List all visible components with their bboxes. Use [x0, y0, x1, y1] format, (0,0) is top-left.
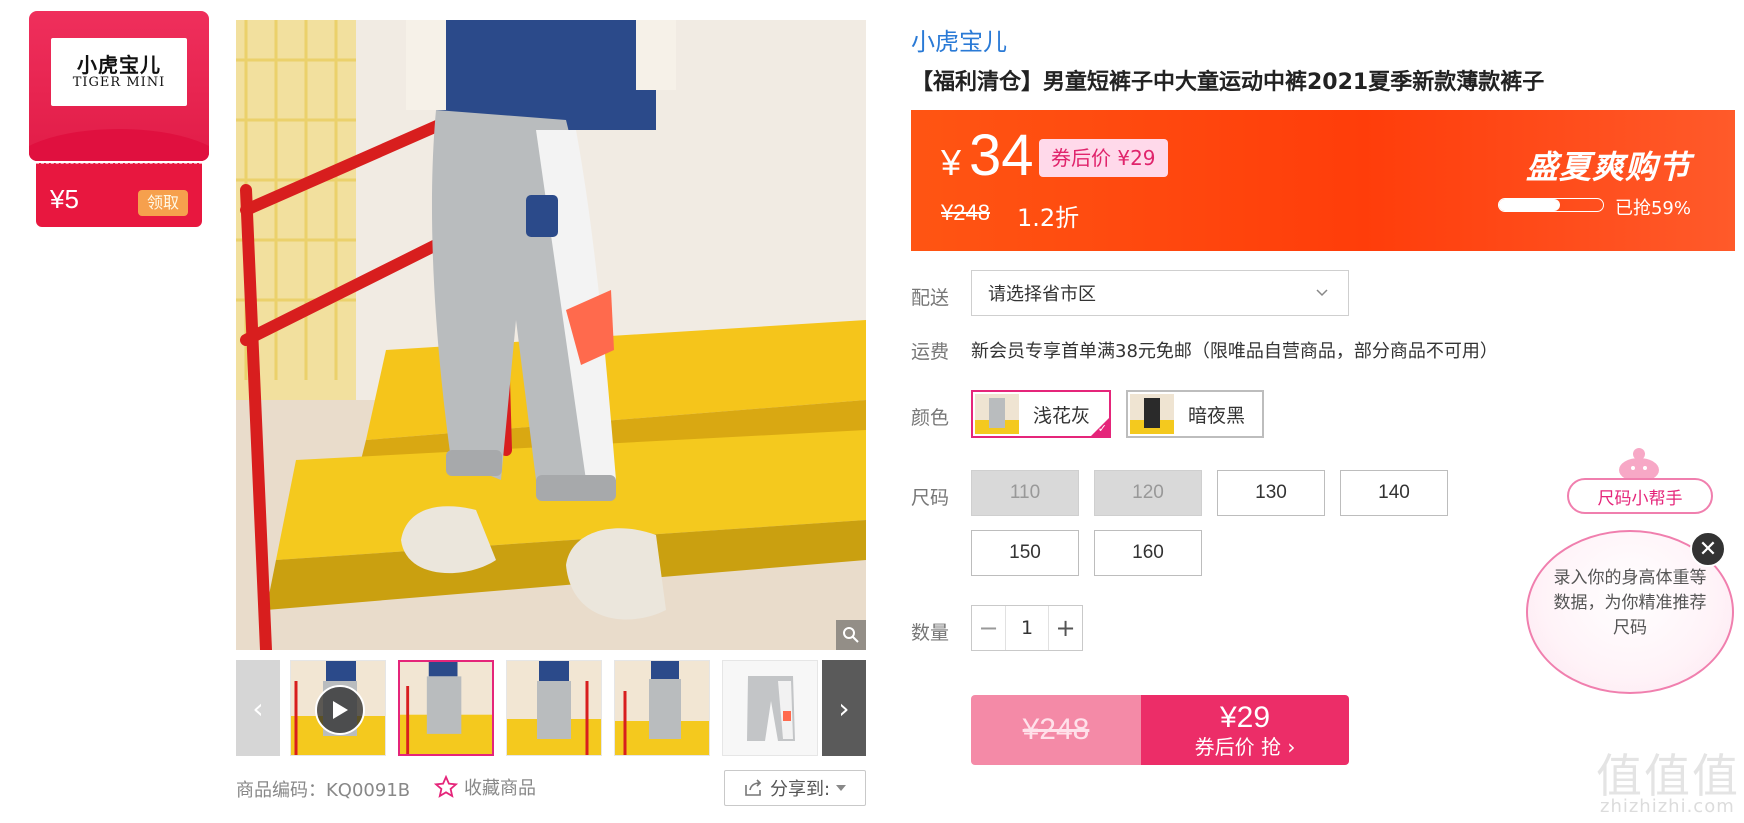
product-photo	[236, 20, 866, 650]
current-price: 34	[969, 123, 1034, 188]
quantity-input[interactable]: 1	[1005, 606, 1049, 650]
color-swatch-image	[975, 394, 1019, 434]
quantity-minus-button[interactable]: −	[972, 606, 1005, 650]
check-icon: ✓	[1097, 422, 1107, 435]
buy-coupon-action: 券后价 抢 ›	[1194, 735, 1296, 759]
thumbnail-selected[interactable]	[398, 660, 494, 756]
size-helper-text: 录入你的身高体重等数据，为你精准推荐尺码	[1553, 568, 1707, 638]
watermark-domain: zhizhizhi.com	[1600, 796, 1735, 817]
thumbnail-image	[507, 661, 601, 755]
share-label: 分享到:	[769, 779, 831, 800]
color-label: 颜色	[911, 407, 950, 429]
coupon-amount: ¥5	[50, 184, 79, 214]
quantity-label: 数量	[911, 622, 950, 644]
star-icon	[434, 775, 458, 798]
play-icon[interactable]	[315, 685, 365, 735]
promo-title: 盛夏爽购节	[1525, 148, 1691, 186]
sold-progress-bar	[1498, 198, 1604, 212]
thumbnail-5[interactable]	[722, 660, 818, 756]
size-option-150[interactable]: 150	[971, 530, 1079, 576]
magnifier-icon	[843, 627, 859, 643]
region-select[interactable]: 请选择省市区	[971, 270, 1349, 316]
sold-progress-text: 已抢59%	[1614, 198, 1691, 219]
price-banner: ¥ 34 券后价 ¥29 ¥248 1.2折 盛夏爽购节 已抢59%	[911, 110, 1735, 251]
quantity-plus-button[interactable]: +	[1049, 606, 1082, 650]
size-label: 尺码	[911, 487, 950, 509]
share-dropdown[interactable]: 分享到:	[724, 770, 866, 806]
color-option-label: 暗夜黑	[1188, 404, 1246, 427]
color-option-dark-black[interactable]: 暗夜黑	[1126, 390, 1264, 438]
thumbnail-4[interactable]	[614, 660, 710, 756]
coupon-header: 小虎宝儿 TIGER MINI	[29, 11, 209, 161]
brand-logo: 小虎宝儿 TIGER MINI	[51, 38, 187, 106]
thumbnail-strip: ‹ ›	[236, 660, 866, 756]
chevron-right-icon: ›	[838, 691, 850, 725]
delivery-label: 配送	[911, 287, 950, 309]
shipping-info: 新会员专享首单满38元免邮（限唯品自营商品，部分商品不可用）	[971, 341, 1498, 362]
product-title: 【福利清仓】男童短裤子中大童运动中裤2021夏季新款薄款裤子	[911, 70, 1545, 95]
buy-coupon-price: ¥29	[1219, 701, 1271, 734]
brand-logo-en: TIGER MINI	[72, 75, 166, 90]
mascot-icon	[1619, 448, 1659, 482]
thumbnail-video[interactable]	[290, 660, 386, 756]
coupon-body: ¥5 领取	[36, 163, 202, 227]
close-icon[interactable]: ✕	[1690, 531, 1726, 567]
color-option-light-gray[interactable]: 浅花灰 ✓	[971, 390, 1111, 438]
brand-name[interactable]: 小虎宝儿	[911, 22, 1007, 57]
favorite-label: 收藏商品	[464, 778, 536, 799]
size-option-140[interactable]: 140	[1340, 470, 1448, 516]
main-product-image[interactable]	[236, 20, 866, 650]
thumbnail-image	[400, 662, 492, 754]
thumbnail-prev-button[interactable]: ‹	[236, 660, 280, 756]
color-swatch-image	[1130, 394, 1174, 434]
store-coupon-card: 小虎宝儿 TIGER MINI ¥5 领取	[29, 11, 209, 227]
sold-progress-fill	[1499, 199, 1561, 211]
price-currency: ¥	[941, 142, 962, 183]
size-option-130[interactable]: 130	[1217, 470, 1325, 516]
discount-label: 1.2折	[1017, 204, 1080, 232]
brand-logo-cn: 小虎宝儿	[77, 53, 161, 77]
thumbnail-3[interactable]	[506, 660, 602, 756]
color-option-label: 浅花灰	[1033, 404, 1091, 427]
share-icon	[745, 779, 762, 796]
zoom-button[interactable]	[836, 620, 866, 650]
coupon-get-button[interactable]: 领取	[138, 190, 188, 216]
region-select-value: 请选择省市区	[988, 284, 1096, 305]
size-option-110: 110	[971, 470, 1079, 516]
chevron-left-icon: ‹	[252, 691, 264, 725]
shipping-label: 运费	[911, 341, 950, 363]
buy-original-price-button[interactable]: ¥248	[971, 695, 1141, 765]
favorite-button[interactable]: 收藏商品	[434, 774, 536, 800]
thumbnail-image	[723, 661, 817, 755]
caret-down-icon	[836, 785, 847, 791]
thumbnail-next-button[interactable]: ›	[822, 660, 866, 756]
thumbnail-image	[615, 661, 709, 755]
buy-with-coupon-button[interactable]: ¥29 券后价 抢 ›	[1141, 695, 1349, 765]
chevron-down-icon	[1316, 289, 1328, 297]
size-helper-button[interactable]: 尺码小帮手	[1567, 478, 1713, 514]
sku-code: 商品编码：KQ0091B	[236, 780, 411, 801]
after-coupon-price-tag: 券后价 ¥29	[1039, 139, 1168, 177]
quantity-stepper: − 1 +	[971, 605, 1083, 651]
original-price: ¥248	[941, 200, 990, 225]
size-option-120: 120	[1094, 470, 1202, 516]
size-option-160[interactable]: 160	[1094, 530, 1202, 576]
